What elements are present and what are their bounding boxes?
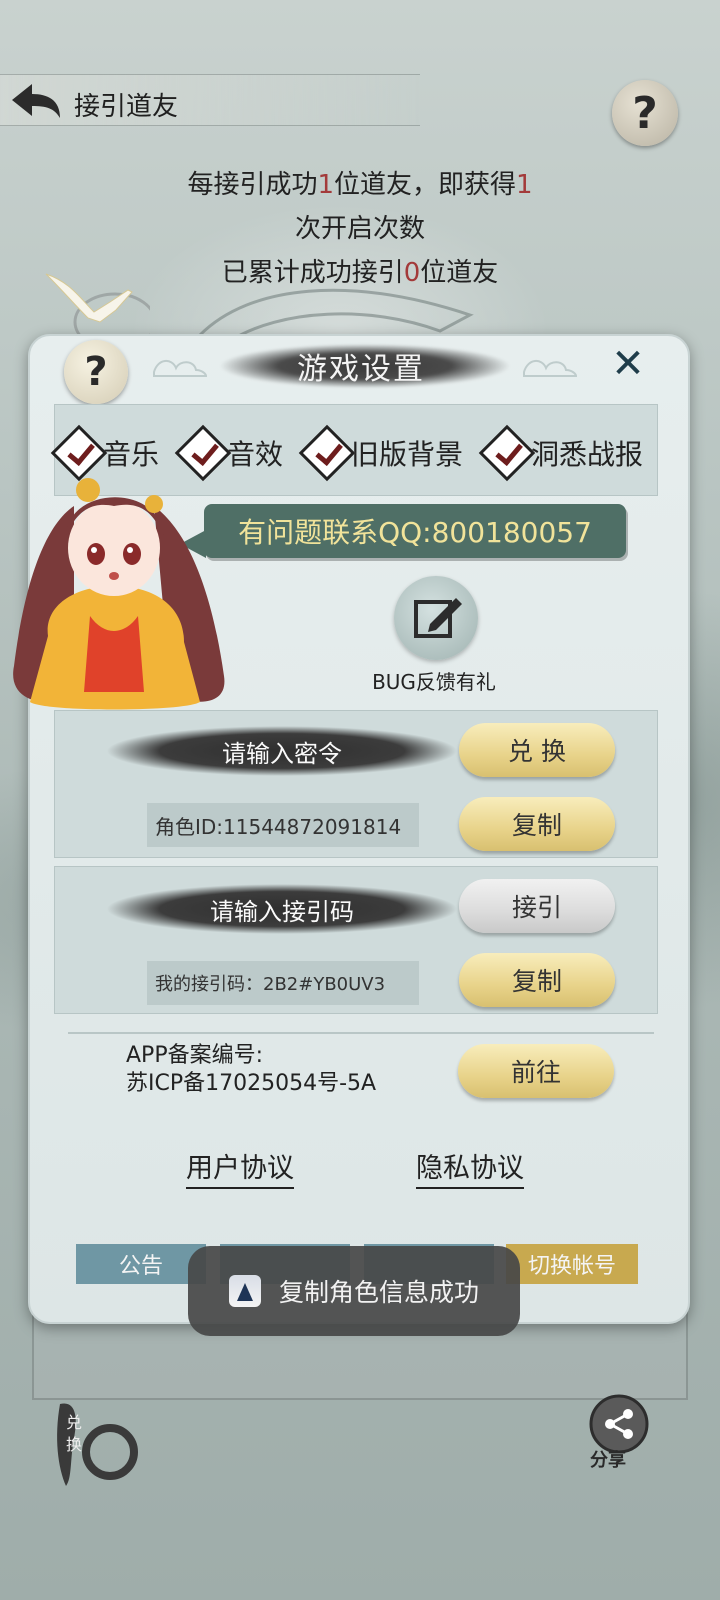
cloud-icon: [523, 360, 578, 377]
exchange-side-button[interactable]: 兑 换: [52, 1398, 142, 1490]
help-icon[interactable]: ?: [612, 80, 678, 146]
tab-notice[interactable]: 公告: [76, 1244, 206, 1284]
copy-invite-code-button[interactable]: 复制: [459, 953, 615, 1007]
qq-contact-bubble: 有问题联系QQ:800180057: [204, 504, 626, 558]
divider: [68, 1032, 654, 1034]
my-invite-code-field: 我的接引码：2B2#YB0UV3: [147, 961, 419, 1005]
invite-code-input[interactable]: 请输入接引码: [107, 883, 457, 935]
icp-info: APP备案编号: 苏ICP备17025054号-5A: [126, 1043, 377, 1096]
page-title: 接引道友: [74, 92, 179, 122]
privacy-policy-link[interactable]: 隐私协议: [416, 1146, 524, 1189]
invite-button[interactable]: 接引: [459, 879, 615, 933]
redeem-section: 请输入密令 兑 换 角色ID:11544872091814 复制: [54, 710, 658, 858]
tab-switch-account[interactable]: 切换帐号: [506, 1244, 638, 1284]
bug-feedback-label: BUG反馈有礼: [372, 670, 496, 694]
bug-feedback-button[interactable]: [394, 576, 478, 660]
svg-text:兑: 兑: [66, 1413, 82, 1432]
redeem-button[interactable]: 兑 换: [459, 723, 615, 777]
copy-role-id-button[interactable]: 复制: [459, 797, 615, 851]
option-battle-report[interactable]: 洞悉战报: [478, 424, 643, 482]
role-id-field: 角色ID:11544872091814: [147, 803, 419, 847]
invite-reward-text-2: 次开启次数: [294, 214, 425, 244]
user-agreement-link[interactable]: 用户协议: [186, 1146, 294, 1189]
close-icon[interactable]: ✕: [604, 342, 652, 390]
invite-reward-text: 每接引成功1位道友，即获得1: [187, 170, 533, 200]
back-arrow-icon[interactable]: [8, 80, 64, 122]
share-button[interactable]: 分享: [584, 1394, 654, 1471]
checkbox-icon: [478, 424, 536, 482]
dialog-title: 游戏设置: [297, 352, 425, 387]
goto-icp-button[interactable]: 前往: [458, 1044, 614, 1098]
toast-message: 复制角色信息成功: [188, 1246, 520, 1336]
app-icon: [228, 1275, 261, 1307]
help-icon[interactable]: ?: [64, 340, 128, 404]
crane-icon: [40, 262, 157, 352]
invite-code-section: 请输入接引码 接引 我的接引码：2B2#YB0UV3 复制: [54, 866, 658, 1014]
redeem-code-input[interactable]: 请输入密令: [107, 725, 457, 777]
settings-dialog: 游戏设置 ? ✕ 音乐 音效 旧版背景 洞悉战报 有问题联系QQ:8001800…: [13, 334, 690, 1324]
mascot-girl-image: [4, 466, 234, 716]
option-old-background[interactable]: 旧版背景: [298, 424, 463, 482]
cloud-icon: [153, 360, 208, 377]
checkbox-icon: [298, 424, 356, 482]
svg-text:换: 换: [66, 1435, 82, 1454]
edit-icon: [414, 598, 462, 638]
svg-text:分享: 分享: [590, 1449, 626, 1470]
